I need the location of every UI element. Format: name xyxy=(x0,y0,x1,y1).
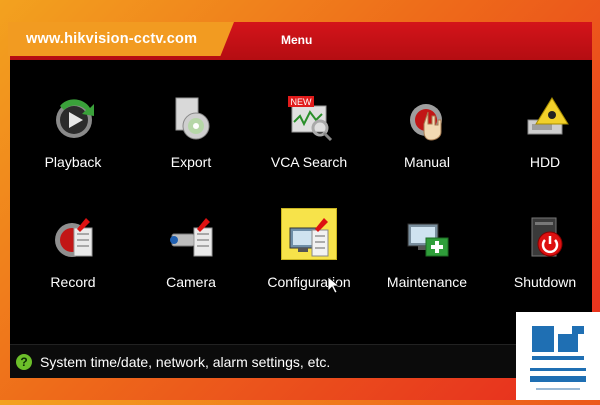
menu-label: Export xyxy=(170,154,212,170)
menu-label: Record xyxy=(50,274,96,290)
menu-item-shutdown[interactable]: Shutdown xyxy=(486,202,592,312)
menu-item-export[interactable]: Export xyxy=(132,82,250,192)
new-badge-text: NEW xyxy=(291,97,313,107)
menu-item-configuration[interactable]: Configuration xyxy=(250,202,368,312)
menu-grid: Playback Export NEW VCA Search Manual HD… xyxy=(10,82,592,342)
mouse-cursor-icon xyxy=(328,277,340,293)
shutdown-icon xyxy=(531,217,563,257)
menu-label: Maintenance xyxy=(386,274,468,290)
menu-item-hdd[interactable]: HDD xyxy=(486,82,592,192)
menu-label: Configuration xyxy=(267,274,351,290)
status-text: System time/date, network, alarm setting… xyxy=(40,354,331,370)
menu-label: VCA Search xyxy=(270,154,348,170)
menu-item-maintenance[interactable]: Maintenance xyxy=(368,202,486,312)
brand-logo-icon xyxy=(530,326,586,390)
help-icon: ? xyxy=(16,354,32,370)
site-url-banner: www.hikvision-cctv.com xyxy=(8,22,234,56)
watermark-logo xyxy=(516,312,600,400)
status-bar: ? System time/date, network, alarm setti… xyxy=(10,344,592,378)
hdd-icon xyxy=(527,97,569,135)
menu-label: Playback xyxy=(44,154,102,170)
menu-label: Shutdown xyxy=(513,274,577,290)
vca-search-icon: NEW xyxy=(288,96,333,142)
export-icon xyxy=(175,97,210,140)
menu-title: Menu xyxy=(281,33,313,47)
menu-item-record[interactable]: Record xyxy=(14,202,132,312)
menu-item-manual[interactable]: Manual xyxy=(368,82,486,192)
menu-label: Manual xyxy=(404,154,450,170)
menu-item-vca-search[interactable]: NEW VCA Search xyxy=(250,82,368,192)
playback-icon xyxy=(56,99,94,138)
configuration-icon xyxy=(289,218,329,257)
record-icon xyxy=(55,218,93,257)
dvr-menu-screen: Menu Playback Export NEW VCA Search Manu… xyxy=(10,22,592,378)
maintenance-icon xyxy=(407,223,449,257)
menu-item-camera[interactable]: Camera xyxy=(132,202,250,312)
camera-icon xyxy=(170,218,213,257)
menu-label: HDD xyxy=(529,154,561,170)
menu-label: Camera xyxy=(166,274,216,290)
manual-icon xyxy=(410,104,442,141)
menu-item-playback[interactable]: Playback xyxy=(14,82,132,192)
